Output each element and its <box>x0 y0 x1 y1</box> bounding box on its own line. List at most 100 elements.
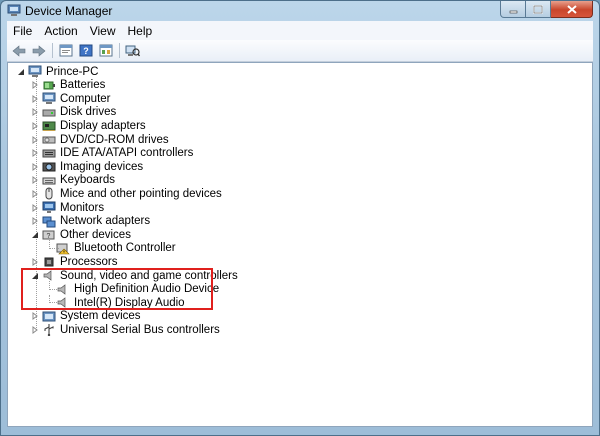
tree-item-label: Display adapters <box>60 119 146 132</box>
properties-button[interactable] <box>56 42 75 59</box>
highlight-box-sound-controllers <box>21 268 213 310</box>
show-hidden-icon <box>99 44 112 57</box>
scan-hardware-button[interactable] <box>123 42 142 59</box>
caption-buttons <box>500 1 593 19</box>
tree-item-label: DVD/CD-ROM drives <box>60 133 169 146</box>
expand-toggle[interactable] <box>30 312 39 321</box>
expand-toggle[interactable] <box>30 108 39 117</box>
tree-item-label: Network adapters <box>60 215 151 228</box>
device-manager-window: Device Manager File Action View Help ? P… <box>0 0 600 436</box>
expand-toggle[interactable] <box>30 81 39 90</box>
collapse-toggle[interactable] <box>16 67 25 76</box>
tree-item-label: Batteries <box>60 79 106 92</box>
toolbar: ? <box>7 40 593 62</box>
computer-root-icon <box>28 65 42 78</box>
tree-item-label: Mice and other pointing devices <box>60 187 222 200</box>
expand-toggle[interactable] <box>30 257 39 266</box>
tree-category-universal-serial-bus-controllers[interactable]: Universal Serial Bus controllers <box>30 323 220 337</box>
expand-toggle[interactable] <box>30 203 39 212</box>
network-adapter-icon <box>42 215 56 228</box>
tree-category-monitors[interactable]: Monitors <box>30 201 104 214</box>
show-hidden-button[interactable] <box>96 42 115 59</box>
toolbar-separator <box>52 43 53 58</box>
properties-icon <box>59 44 72 57</box>
collapsed-triangle-icon <box>32 81 38 90</box>
collapse-toggle[interactable] <box>30 230 39 239</box>
tree-category-system-devices[interactable]: System devices <box>30 310 141 323</box>
forward-button[interactable] <box>29 42 48 59</box>
menu-help[interactable]: Help <box>122 24 159 38</box>
processor-icon <box>42 255 56 268</box>
tree-category-ide-ata-atapi-controllers[interactable]: IDE ATA/ATAPI controllers <box>30 147 193 160</box>
menu-bar: File Action View Help <box>7 21 593 41</box>
svg-text:?: ? <box>47 233 51 240</box>
disk-drive-icon <box>42 106 56 119</box>
tree-category-batteries[interactable]: Batteries <box>30 79 105 92</box>
tree-category-mice-and-other-pointing-devices[interactable]: Mice and other pointing devices <box>30 187 222 200</box>
menu-action[interactable]: Action <box>38 24 83 38</box>
forward-icon <box>32 44 45 57</box>
tree-connector-line <box>49 247 59 249</box>
computer-icon <box>42 92 56 105</box>
tree-item-label: Bluetooth Controller <box>74 242 176 255</box>
keyboard-icon <box>42 174 56 187</box>
tree-item-label: Processors <box>60 255 118 268</box>
device-tree-panel[interactable]: Prince-PC Batteries Computer Disk drives Dis… <box>7 62 593 427</box>
expand-toggle[interactable] <box>30 121 39 130</box>
tree-category-display-adapters[interactable]: Display adapters <box>30 119 146 132</box>
collapsed-triangle-icon <box>32 135 38 144</box>
tree-category-imaging-devices[interactable]: Imaging devices <box>30 160 143 173</box>
expand-toggle[interactable] <box>30 325 39 334</box>
tree-item-label: Imaging devices <box>60 160 144 173</box>
battery-icon <box>42 79 56 92</box>
tree-category-disk-drives[interactable]: Disk drives <box>30 106 116 119</box>
collapsed-triangle-icon <box>32 108 38 117</box>
back-button[interactable] <box>9 42 28 59</box>
tree-item-label: Computer <box>60 92 111 105</box>
tree-category-computer[interactable]: Computer <box>30 92 111 105</box>
display-adapter-icon <box>42 119 56 132</box>
minimize-icon <box>509 10 517 13</box>
collapsed-triangle-icon <box>32 257 38 266</box>
expand-toggle[interactable] <box>30 135 39 144</box>
close-icon <box>566 4 577 14</box>
maximize-icon <box>533 4 543 14</box>
device-manager-app-icon <box>7 4 21 16</box>
back-icon <box>12 44 25 57</box>
tree-root-prince-pc[interactable]: Prince-PC <box>16 65 98 78</box>
tree-category-dvd-cd-rom-drives[interactable]: DVD/CD-ROM drives <box>30 133 169 146</box>
minimize-button[interactable] <box>500 1 526 18</box>
close-button[interactable] <box>551 1 593 18</box>
expand-toggle[interactable] <box>30 149 39 158</box>
title-bar[interactable]: Device Manager <box>1 1 599 21</box>
tree-category-other-devices[interactable]: ? Other devices <box>30 228 131 241</box>
menu-view[interactable]: View <box>84 24 122 38</box>
monitor-icon <box>42 201 56 214</box>
dvd-drive-icon <box>42 133 56 146</box>
collapsed-triangle-icon <box>32 121 38 130</box>
expand-toggle[interactable] <box>30 217 39 226</box>
expand-toggle[interactable] <box>30 176 39 185</box>
collapsed-triangle-icon <box>32 325 38 334</box>
tree-category-processors[interactable]: Processors <box>30 255 118 268</box>
tree-category-keyboards[interactable]: Keyboards <box>30 174 115 187</box>
help-button[interactable]: ? <box>76 42 95 59</box>
collapsed-triangle-icon <box>32 312 38 321</box>
maximize-button[interactable] <box>526 1 551 18</box>
tree-item-label: Monitors <box>60 201 105 214</box>
tree-item-label: Disk drives <box>60 106 117 119</box>
camera-icon <box>42 160 56 173</box>
menu-file[interactable]: File <box>7 24 38 38</box>
collapsed-triangle-icon <box>32 217 38 226</box>
ide-controller-icon <box>42 147 56 160</box>
mouse-icon <box>42 187 56 200</box>
usb-icon <box>42 323 56 337</box>
tree-category-network-adapters[interactable]: Network adapters <box>30 215 150 228</box>
expand-toggle[interactable] <box>30 189 39 198</box>
tree-item-label: Keyboards <box>60 174 115 187</box>
tree-item-label: System devices <box>60 310 141 323</box>
tree-device-bluetooth-controller[interactable]: Bluetooth Controller <box>44 242 176 255</box>
expand-toggle[interactable] <box>30 94 39 103</box>
expand-toggle[interactable] <box>30 162 39 171</box>
system-device-icon <box>42 310 56 323</box>
